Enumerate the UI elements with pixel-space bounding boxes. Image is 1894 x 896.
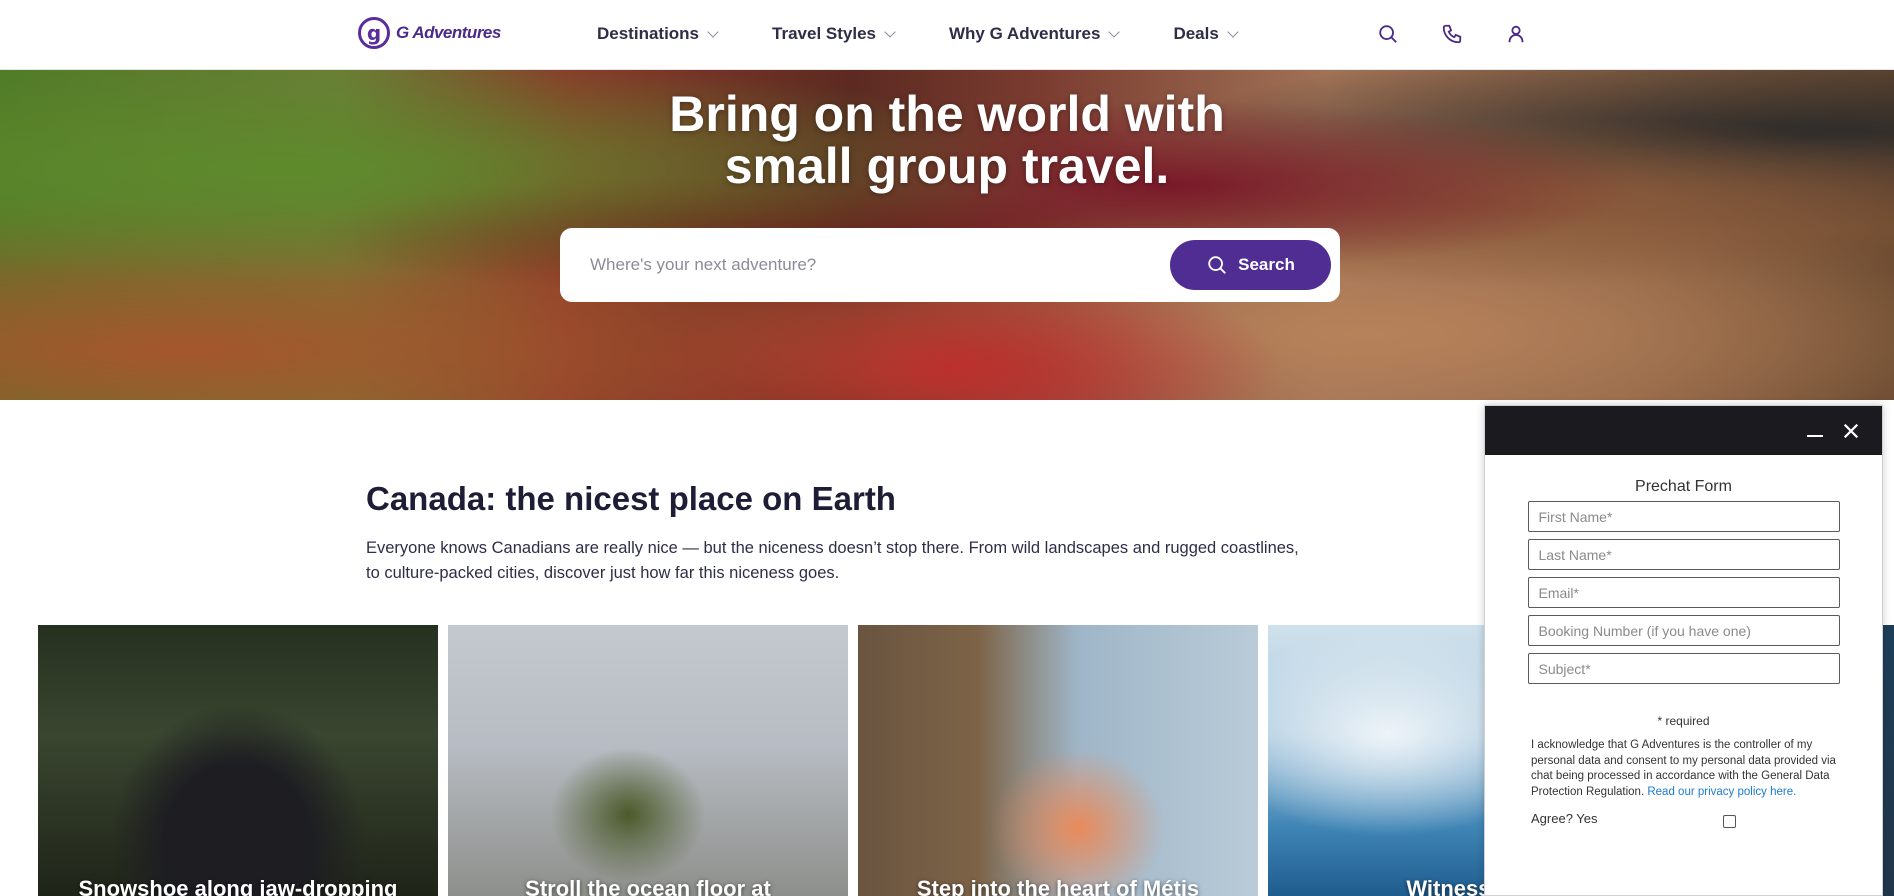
chevron-down-icon	[884, 26, 896, 38]
brand-logo[interactable]: g G Adventures	[358, 17, 501, 49]
search-icon	[1208, 256, 1227, 274]
first-name-field[interactable]	[1527, 501, 1840, 532]
nav-icons	[1376, 22, 1528, 46]
menu-item-deals[interactable]: Deals	[1173, 24, 1239, 44]
agree-label: Agree? Yes	[1531, 811, 1598, 826]
hero-search: Search	[560, 228, 1340, 302]
subject-field[interactable]	[1527, 653, 1840, 684]
last-name-field[interactable]	[1527, 539, 1840, 570]
search-input[interactable]	[560, 228, 1160, 302]
email-field[interactable]	[1527, 577, 1840, 608]
card-title: Step into the heart of Métis	[916, 876, 1200, 896]
chevron-down-icon	[1227, 26, 1239, 38]
chevron-down-icon	[707, 26, 719, 38]
privacy-policy-link[interactable]: Read our privacy policy here.	[1647, 786, 1796, 798]
search-icon[interactable]	[1376, 22, 1400, 46]
section-title: Canada: the nicest place on Earth	[366, 480, 896, 517]
top-nav: g G Adventures Destinations Travel Style…	[0, 0, 1894, 70]
consent-text: I acknowledge that G Adventures is the c…	[1531, 739, 1836, 798]
g-logo-icon: g	[358, 17, 390, 49]
user-icon[interactable]	[1504, 22, 1528, 46]
chat-widget: Prechat Form * required I acknowledge th…	[1484, 405, 1883, 896]
search-button[interactable]: Search	[1170, 240, 1331, 290]
required-note: * required	[1657, 714, 1710, 728]
booking-number-field[interactable]	[1527, 615, 1840, 646]
card-ocean-floor[interactable]: Stroll the ocean floor at	[448, 625, 848, 896]
card-title: Stroll the ocean floor at	[525, 876, 771, 896]
chat-form-title: Prechat Form	[1635, 478, 1732, 495]
minimize-icon[interactable]	[1804, 420, 1826, 442]
menu-item-why-g-adventures[interactable]: Why G Adventures	[949, 24, 1121, 44]
chevron-down-icon	[1108, 26, 1121, 38]
chat-header	[1485, 406, 1882, 455]
card-title: Snowshoe along jaw-dropping	[78, 876, 398, 896]
agree-checkbox[interactable]	[1723, 815, 1736, 828]
close-icon[interactable]	[1840, 420, 1862, 442]
hero-banner: Bring on the world with small group trav…	[0, 70, 1894, 400]
main-menu: Destinations Travel Styles Why G Adventu…	[597, 24, 1292, 44]
phone-icon[interactable]	[1440, 22, 1464, 46]
section-body: Everyone knows Canadians are really nice…	[366, 539, 1299, 582]
hero-title: Bring on the world with small group trav…	[669, 86, 1225, 194]
card-snowshoe[interactable]: Snowshoe along jaw-dropping	[38, 625, 438, 896]
card-metis[interactable]: Step into the heart of Métis	[858, 625, 1258, 896]
logo-text: G Adventures	[396, 23, 501, 42]
menu-item-destinations[interactable]: Destinations	[597, 24, 719, 44]
menu-item-travel-styles[interactable]: Travel Styles	[772, 24, 896, 44]
chat-fields	[1485, 501, 1882, 684]
